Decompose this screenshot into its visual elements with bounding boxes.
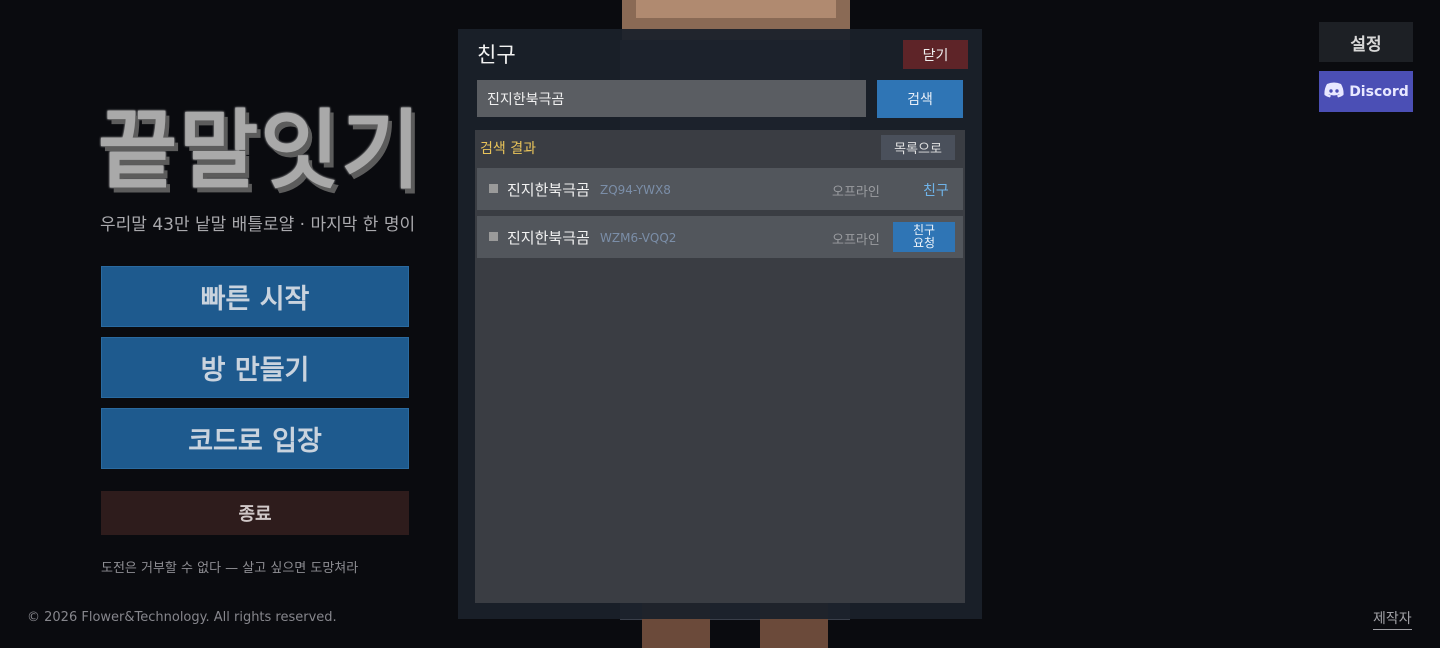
user-status: 오프라인 — [832, 185, 880, 200]
friend-request-button[interactable]: 친구 요청 — [893, 222, 955, 252]
exit-button[interactable]: 종료 — [101, 491, 409, 535]
offline-status-icon — [489, 232, 498, 241]
friend-badge: 친구 — [923, 183, 949, 199]
motto-text: 도전은 거부할 수 없다 — 살고 싶으면 도망쳐라 — [101, 561, 359, 576]
game-tagline: 우리말 43만 낱말 배틀로얄 · 마지막 한 명이 — [100, 215, 416, 235]
user-code: WZM6-VQQ2 — [600, 231, 677, 245]
credits-link[interactable]: 제작자 — [1373, 608, 1412, 630]
game-logo: 끝말잇기 — [98, 101, 423, 201]
search-button[interactable]: 검색 — [877, 80, 963, 118]
create-room-button[interactable]: 방 만들기 — [101, 337, 409, 398]
user-name: 진지한북극곰 — [507, 229, 590, 247]
discord-button[interactable]: Discord — [1319, 71, 1413, 112]
copyright-text: © 2026 Flower&Technology. All rights res… — [27, 610, 337, 625]
result-row: 진지한북극곰 ZQ94-YWX8 오프라인 친구 — [477, 168, 963, 210]
user-name: 진지한북극곰 — [507, 181, 590, 199]
user-status: 오프라인 — [832, 233, 880, 248]
settings-button[interactable]: 설정 — [1319, 22, 1413, 62]
character-face — [636, 0, 836, 18]
modal-title: 친구 — [477, 43, 516, 67]
results-label: 검색 결과 — [480, 141, 536, 157]
close-button[interactable]: 닫기 — [903, 40, 968, 69]
friend-search-input[interactable] — [477, 80, 866, 117]
user-code: ZQ94-YWX8 — [600, 183, 671, 197]
discord-label: Discord — [1349, 83, 1409, 100]
offline-status-icon — [489, 184, 498, 193]
join-by-code-button[interactable]: 코드로 입장 — [101, 408, 409, 469]
result-row: 진지한북극곰 WZM6-VQQ2 오프라인 친구 요청 — [477, 216, 963, 258]
search-results-panel: 검색 결과 목록으로 진지한북극곰 ZQ94-YWX8 오프라인 친구 진지한북… — [475, 130, 965, 603]
quick-start-button[interactable]: 빠른 시작 — [101, 266, 409, 327]
back-to-list-button[interactable]: 목록으로 — [881, 135, 955, 160]
discord-icon — [1323, 82, 1345, 102]
friends-modal: 친구 닫기 검색 검색 결과 목록으로 진지한북극곰 ZQ94-YWX8 오프라… — [458, 29, 982, 619]
